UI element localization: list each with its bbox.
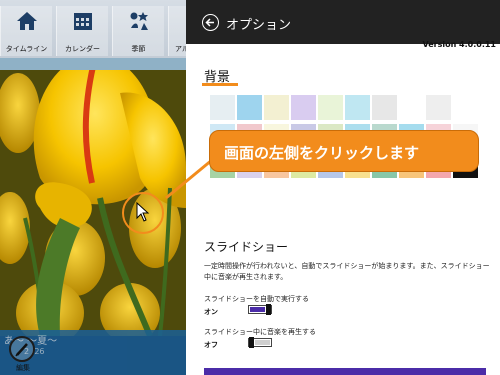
toggle-fill xyxy=(250,307,265,312)
toolbar-timeline-button[interactable]: タイムライン xyxy=(0,6,52,56)
flyout-bottom-bar xyxy=(204,368,486,375)
toolbar-album-button[interactable]: アル xyxy=(168,6,186,56)
background-swatch[interactable] xyxy=(453,95,478,120)
auto-slideshow-label: スライドショーを自動で実行する xyxy=(204,295,309,303)
slideshow-music-toggle[interactable] xyxy=(248,337,272,348)
toolbar-timeline-label: タイムライン xyxy=(5,45,48,53)
mouse-cursor-icon xyxy=(136,202,150,222)
toolbar-album-label: アル xyxy=(175,45,186,53)
slideshow-music-label: スライドショー中に音楽を再生する xyxy=(204,328,316,336)
background-swatch[interactable] xyxy=(426,95,451,120)
background-swatch[interactable] xyxy=(291,95,316,120)
slideshow-heading: スライドショー xyxy=(204,240,289,254)
callout-text: 画面の左側をクリックします xyxy=(224,144,420,162)
toggle-knob xyxy=(249,337,254,348)
background-swatch[interactable] xyxy=(210,95,235,120)
sky-strip xyxy=(0,58,186,70)
toggle-fill xyxy=(255,340,270,345)
background-swatch[interactable] xyxy=(345,95,370,120)
background-swatch[interactable] xyxy=(237,95,262,120)
toolbar-calendar-label: カレンダー xyxy=(65,45,100,53)
auto-slideshow-toggle[interactable] xyxy=(248,304,272,315)
options-flyout: オプション Version 4.0.0.11 背景 スライドショー 一定時間操作… xyxy=(186,0,500,375)
flyout-header: オプション xyxy=(186,0,500,44)
version-label: Version 4.0.0.11 xyxy=(422,40,496,49)
home-icon xyxy=(17,12,37,30)
photo-app[interactable]: タイムライン カレンダー 季節 アル あ〜 〜夏〜 2 /26 編集 xyxy=(0,0,186,375)
edit-button[interactable]: 編集 xyxy=(8,336,38,374)
toolbar-season-button[interactable]: 季節 xyxy=(112,6,164,56)
slideshow-description: 一定時間操作が行われないと、自動でスライドショーが始まります。また、スライドショ… xyxy=(204,262,490,281)
back-arrow-icon xyxy=(205,18,214,27)
instruction-callout: 画面の左側をクリックします xyxy=(209,130,479,172)
calendar-icon xyxy=(74,13,92,30)
background-swatch[interactable] xyxy=(318,95,343,120)
tulip-photo[interactable] xyxy=(0,58,186,336)
toolbar-calendar-button[interactable]: カレンダー xyxy=(56,6,108,56)
flyout-title: オプション xyxy=(226,18,292,33)
toggle-knob xyxy=(266,304,271,315)
toolbar-season-label: 季節 xyxy=(131,45,146,53)
background-swatch[interactable] xyxy=(372,95,397,120)
slideshow-music-state: オフ xyxy=(204,341,218,349)
app-toolbar: タイムライン カレンダー 季節 アル xyxy=(0,0,186,58)
edit-icon xyxy=(9,336,35,362)
auto-slideshow-state: オン xyxy=(204,308,218,316)
tulip-illustration xyxy=(0,58,186,336)
season-icon xyxy=(130,12,148,30)
background-swatch[interactable] xyxy=(264,95,289,120)
edit-button-label: 編集 xyxy=(16,364,30,372)
background-heading-underline xyxy=(202,83,238,86)
background-swatch[interactable] xyxy=(399,95,424,120)
back-button[interactable] xyxy=(202,14,219,31)
